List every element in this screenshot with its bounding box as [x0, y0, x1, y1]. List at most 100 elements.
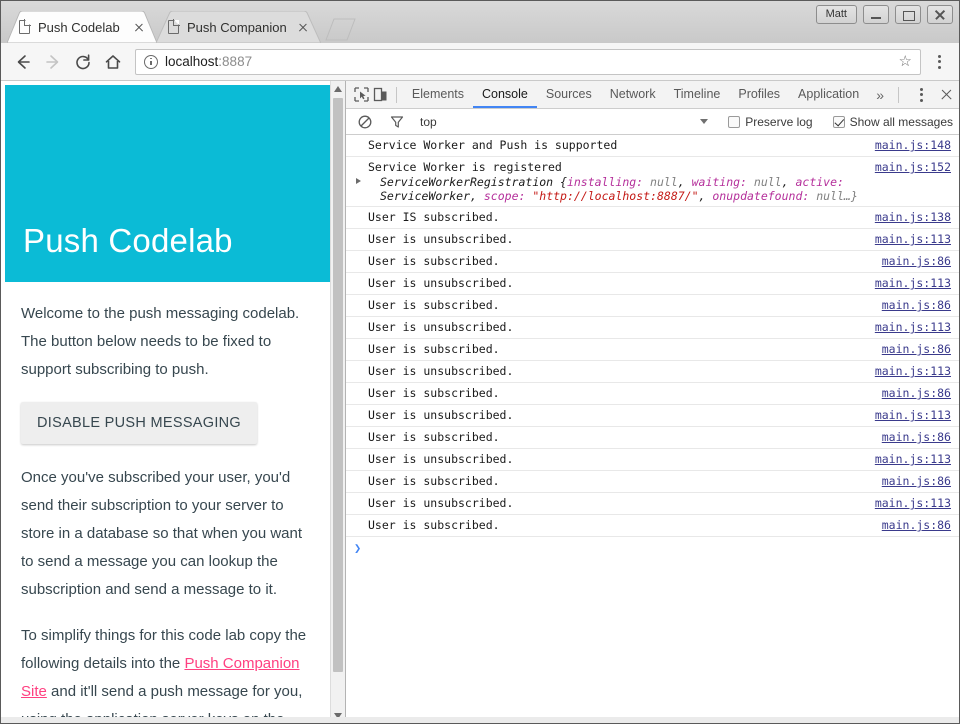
console-row[interactable]: User is subscribed.main.js:86 — [346, 427, 959, 449]
console-message-text: Service Worker is registered — [368, 160, 861, 175]
preserve-log-checkbox-box[interactable] — [728, 116, 740, 128]
console-input-prompt[interactable]: ❯ — [346, 537, 959, 559]
console-row[interactable]: Service Worker and Push is supported main… — [346, 135, 959, 157]
console-message: Service Worker and Push is supported — [368, 138, 861, 153]
home-button[interactable] — [99, 48, 127, 76]
show-all-messages-checkbox-box[interactable] — [833, 116, 845, 128]
new-tab-button[interactable] — [324, 17, 358, 41]
console-message: User is subscribed. — [368, 386, 868, 401]
console-source-link[interactable]: main.js:113 — [875, 364, 951, 379]
forward-arrow-icon — [44, 53, 62, 71]
subscription-paragraph: Once you've subscribed your user, you'd … — [21, 464, 308, 604]
console-row[interactable]: User is unsubscribed. main.js:113 — [346, 493, 959, 515]
console-row[interactable]: User is subscribed. main.js:86 — [346, 339, 959, 361]
console-row[interactable]: Service Worker is registeredServiceWorke… — [346, 157, 959, 207]
page-scrollbar-thumb[interactable] — [333, 98, 343, 672]
companion-paragraph: To simplify things for this code lab cop… — [21, 622, 308, 723]
push-messaging-button[interactable]: DISABLE PUSH MESSAGING — [21, 402, 257, 444]
console-row[interactable]: User is unsubscribed.main.js:113 — [346, 449, 959, 471]
devtools-tab-elements[interactable]: Elements — [403, 81, 473, 108]
console-row[interactable]: User is unsubscribed.main.js:113 — [346, 273, 959, 295]
console-source-link[interactable]: main.js:86 — [882, 298, 951, 313]
console-source-link[interactable]: main.js:86 — [882, 386, 951, 401]
console-source-link[interactable]: main.js:113 — [875, 320, 951, 335]
tab-close-icon[interactable] — [295, 19, 311, 35]
minimize-button[interactable] — [863, 5, 889, 24]
console-row[interactable]: User is unsubscribed.main.js:113 — [346, 405, 959, 427]
console-source-link[interactable]: main.js:138 — [875, 210, 951, 225]
console-message: User is subscribed. — [368, 518, 868, 533]
console-message-list[interactable]: Service Worker and Push is supported main… — [346, 135, 959, 723]
expand-object-triangle-icon[interactable] — [356, 178, 361, 184]
device-toolbar-icon — [373, 87, 388, 102]
console-message: User is unsubscribed. — [368, 496, 861, 511]
site-info-icon[interactable] — [144, 55, 158, 69]
console-source-link[interactable]: main.js:113 — [875, 452, 951, 467]
page-document-icon — [168, 20, 179, 34]
show-all-messages-checkbox[interactable]: Show all messages — [833, 115, 953, 129]
console-row[interactable]: User is unsubscribed.main.js:113 — [346, 317, 959, 339]
bookmark-star-icon[interactable]: ☆ — [899, 54, 912, 69]
scroll-up-button[interactable] — [331, 81, 345, 96]
filter-button[interactable] — [384, 109, 410, 135]
console-row[interactable]: User is unsubscribed.main.js:113 — [346, 229, 959, 251]
address-bar[interactable]: localhost:8887 ☆ — [135, 49, 921, 75]
console-row[interactable]: User is subscribed.main.js:86 — [346, 251, 959, 273]
maximize-button[interactable] — [895, 5, 921, 24]
console-message: User is unsubscribed. — [368, 364, 861, 379]
console-row[interactable]: User IS subscribed.main.js:138 — [346, 207, 959, 229]
devtools-tab-profiles[interactable]: Profiles — [729, 81, 789, 108]
devtools-tab-timeline[interactable]: Timeline — [665, 81, 730, 108]
tab-close-icon[interactable] — [131, 19, 147, 35]
console-source-link[interactable]: main.js:148 — [875, 138, 951, 153]
reload-button[interactable] — [69, 48, 97, 76]
console-message: User is subscribed. — [368, 298, 868, 313]
console-row[interactable]: User is subscribed. main.js:86 — [346, 295, 959, 317]
console-source-link[interactable]: main.js:152 — [875, 160, 951, 175]
devtools-tab-application[interactable]: Application — [789, 81, 868, 108]
devtools-tab-network[interactable]: Network — [601, 81, 665, 108]
console-context-caret-icon[interactable] — [700, 119, 708, 124]
scroll-up-icon — [334, 86, 342, 92]
devtools-tab-console[interactable]: Console — [473, 81, 537, 108]
inspect-element-button[interactable] — [352, 82, 371, 108]
console-row[interactable]: User is unsubscribed. main.js:113 — [346, 361, 959, 383]
reload-icon — [74, 53, 92, 71]
clear-console-button[interactable] — [352, 109, 378, 135]
console-row[interactable]: User is subscribed. main.js:86 — [346, 515, 959, 537]
console-message: User is subscribed. — [368, 342, 868, 357]
console-source-link[interactable]: main.js:113 — [875, 496, 951, 511]
devtools-close-button[interactable] — [933, 82, 959, 108]
console-source-link[interactable]: main.js:86 — [882, 518, 951, 533]
console-source-link[interactable]: main.js:113 — [875, 408, 951, 423]
devtools-tab-sources[interactable]: Sources — [537, 81, 601, 108]
console-object-preview[interactable]: ServiceWorkerRegistration {installing: n… — [368, 175, 861, 203]
forward-button[interactable] — [39, 48, 67, 76]
page-body: Welcome to the push messaging codelab. T… — [1, 282, 330, 723]
console-source-link[interactable]: main.js:86 — [882, 430, 951, 445]
console-row[interactable]: User is subscribed. main.js:86 — [346, 383, 959, 405]
browser-tab-inactive[interactable]: Push Companion — [156, 11, 321, 43]
console-source-link[interactable]: main.js:86 — [882, 254, 951, 269]
browser-tab-active[interactable]: Push Codelab — [7, 11, 157, 43]
device-toolbar-button[interactable] — [371, 82, 390, 108]
console-context-selector[interactable]: top — [420, 115, 437, 129]
back-button[interactable] — [9, 48, 37, 76]
close-window-button[interactable] — [927, 5, 953, 24]
devtools-menu-button[interactable] — [909, 82, 933, 108]
console-message-text: User is unsubscribed. — [368, 364, 861, 379]
console-source-link[interactable]: main.js:113 — [875, 232, 951, 247]
profile-button[interactable]: Matt — [816, 5, 857, 24]
console-source-link[interactable]: main.js:86 — [882, 474, 951, 489]
preserve-log-checkbox[interactable]: Preserve log — [728, 115, 812, 129]
object-property-key: onupdatefound: — [712, 189, 816, 203]
page-scrollbar[interactable] — [330, 81, 345, 723]
console-row[interactable]: User is subscribed.main.js:86 — [346, 471, 959, 493]
url-text: localhost:8887 — [165, 54, 252, 69]
console-source-link[interactable]: main.js:113 — [875, 276, 951, 291]
browser-menu-button[interactable] — [927, 49, 951, 75]
tab-title: Push Companion — [187, 20, 287, 35]
window-controls: Matt — [816, 5, 953, 24]
more-tabs-chevron-icon[interactable]: » — [868, 87, 892, 103]
console-source-link[interactable]: main.js:86 — [882, 342, 951, 357]
